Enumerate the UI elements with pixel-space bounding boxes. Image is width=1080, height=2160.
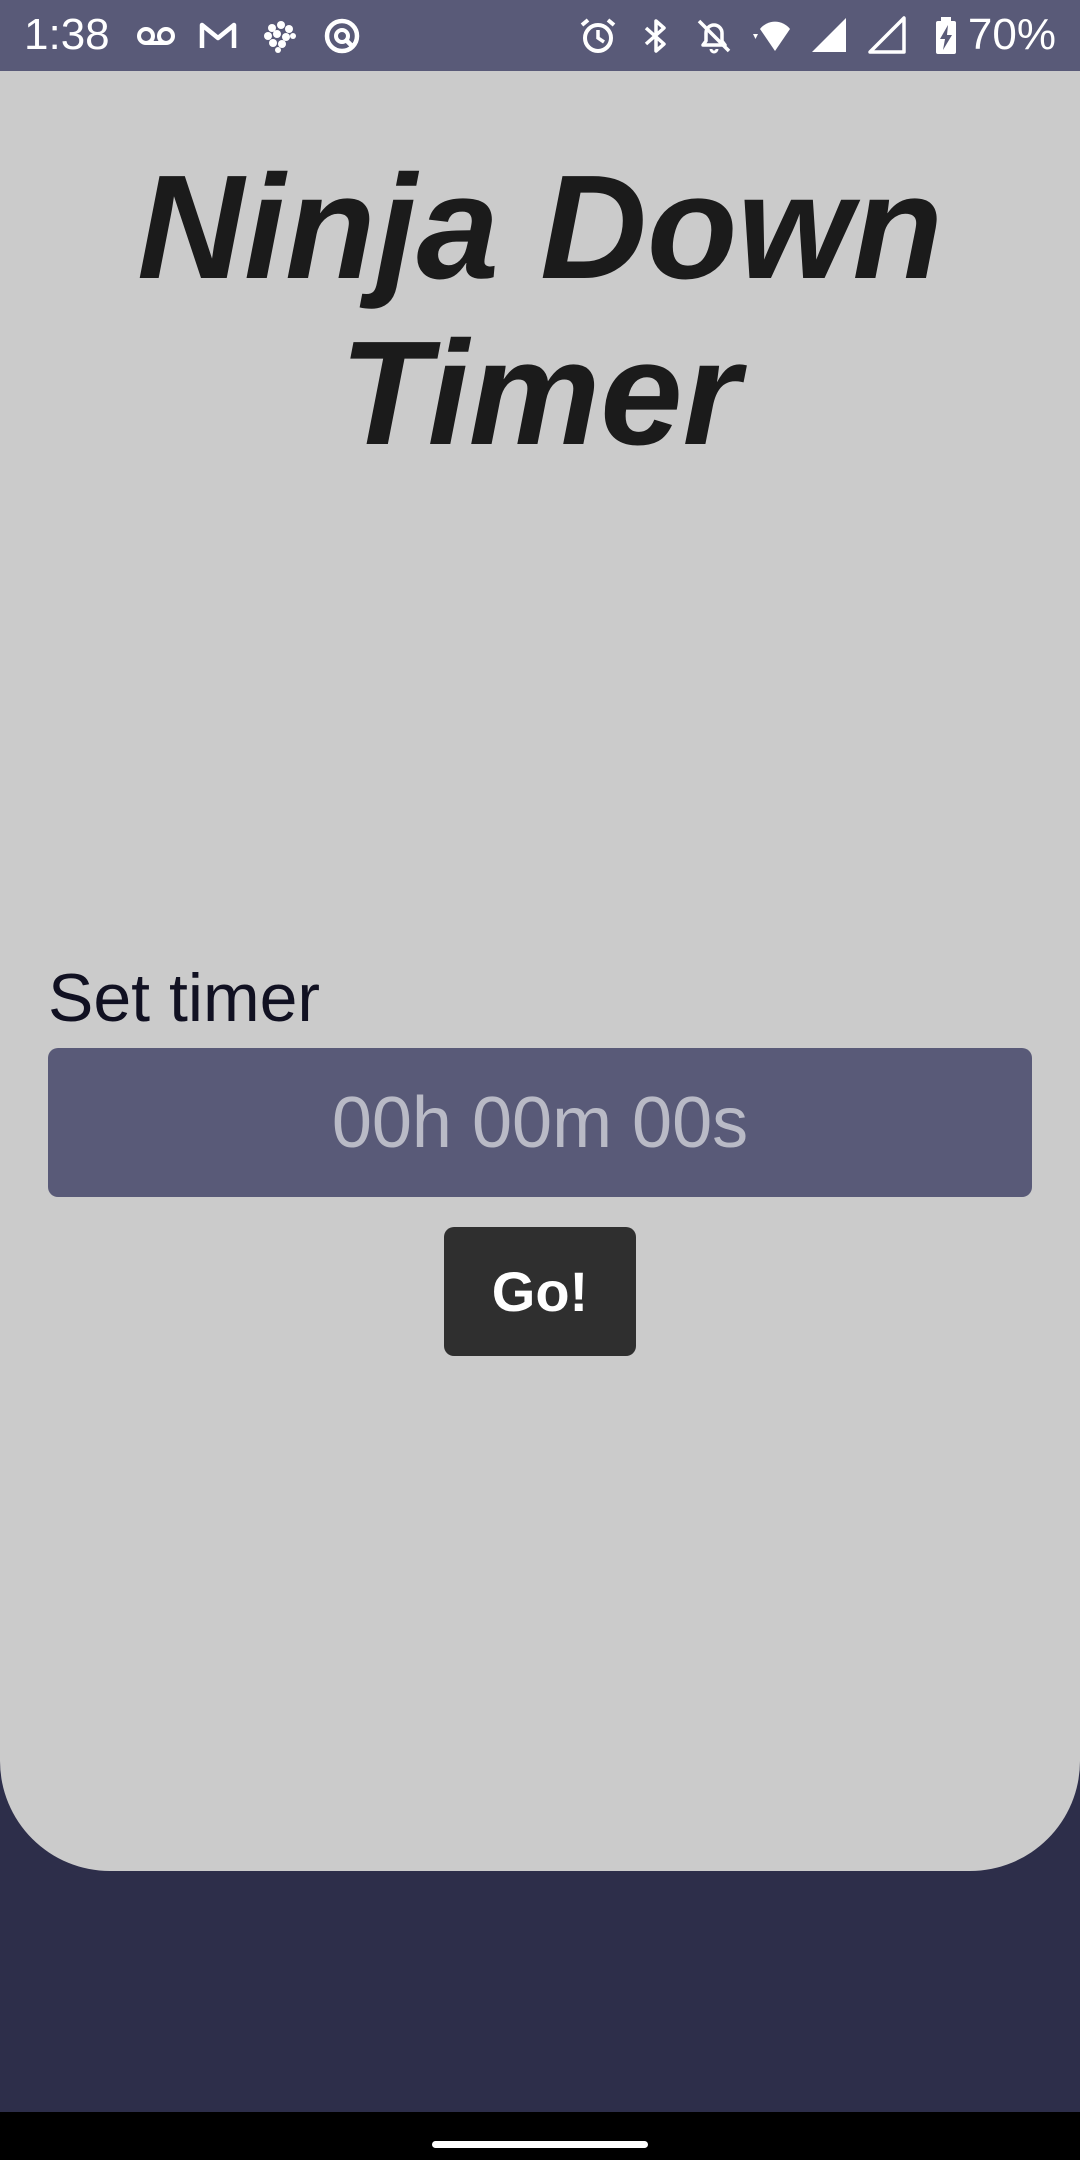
wifi-icon: [750, 14, 794, 58]
status-bar: 1:38 70%: [0, 0, 1080, 71]
voicemail-icon: [134, 14, 178, 58]
status-left-icons: [134, 10, 364, 62]
bluetooth-icon: [634, 14, 678, 58]
battery-percent: 70%: [967, 10, 1056, 59]
cell-signal-2-icon: [866, 14, 910, 58]
status-time: 1:38: [24, 10, 110, 59]
app-title: Ninja Down Timer: [137, 145, 943, 476]
home-gesture-handle[interactable]: [432, 2141, 648, 2148]
gmail-icon: [196, 14, 240, 58]
cell-signal-icon: [808, 14, 852, 58]
battery-charging-icon: [924, 14, 968, 58]
go-button[interactable]: Go!: [444, 1227, 636, 1356]
status-right-icons: [576, 10, 968, 62]
set-timer-label: Set timer: [48, 960, 321, 1036]
timer-input[interactable]: [48, 1048, 1032, 1197]
sync-app-icon: [320, 14, 364, 58]
main-card: Ninja Down Timer Set timer Go!: [0, 71, 1080, 1871]
navigation-bar: [0, 2112, 1080, 2160]
notifications-off-icon: [692, 14, 736, 58]
brain-app-icon: [258, 14, 302, 58]
alarm-icon: [576, 14, 620, 58]
